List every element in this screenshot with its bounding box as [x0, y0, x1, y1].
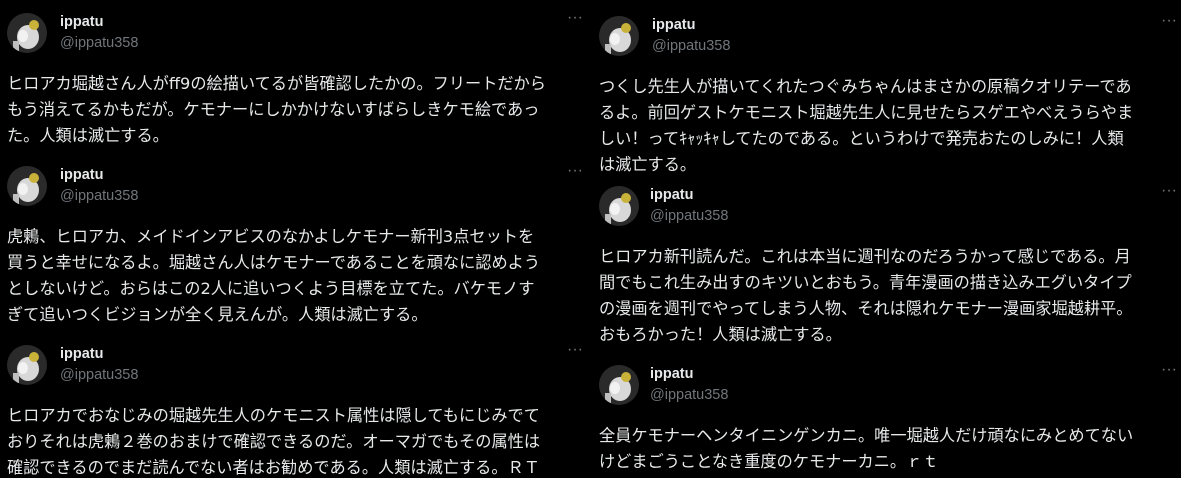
author-handle[interactable]: @ippatu358	[60, 188, 138, 204]
post-text: 虎鶫、ヒロアカ、メイドインアビスのなかよしケモナー新刊3点セットを 買うと幸せに…	[7, 227, 541, 324]
more-options-icon[interactable]: ···	[564, 9, 586, 27]
avatar[interactable]	[599, 16, 639, 56]
avatar-image	[599, 186, 639, 226]
avatar[interactable]	[7, 345, 47, 385]
more-options-icon[interactable]: ···	[564, 162, 586, 180]
more-options-icon[interactable]: ···	[1158, 12, 1180, 30]
post-text: 全員ケモナーヘンタイニンゲンカニ。唯一堀越人だけ頑なにみとめてない けどまごうこ…	[599, 426, 1134, 471]
avatar[interactable]	[599, 365, 639, 405]
author-name[interactable]: ippatu	[60, 14, 104, 30]
avatar[interactable]	[7, 166, 47, 206]
post-text: ヒロアカでおなじみの堀越先生人のケモニスト属性は隠してもにじみでて おりそれは虎…	[7, 406, 541, 477]
avatar[interactable]	[599, 186, 639, 226]
more-options-icon[interactable]: ···	[564, 341, 586, 359]
post-text: つくし先生人が描いてくれたつぐみちゃんはまさかの原稿クオリテーであ るよ。前回ゲ…	[599, 77, 1134, 174]
author-name[interactable]: ippatu	[650, 187, 694, 203]
avatar-image	[599, 16, 639, 56]
author-handle[interactable]: @ippatu358	[650, 387, 728, 403]
more-options-icon[interactable]: ···	[1158, 361, 1180, 379]
author-name[interactable]: ippatu	[650, 366, 694, 382]
post-text: ヒロアカ新刊読んだ。これは本当に週刊なのだろうかって感じである。月 間でもこれ生…	[599, 247, 1133, 344]
post-card[interactable]: ippatu @ippatu358 ··· ヒロアカ堀越さん人がff9の絵描いて…	[7, 9, 587, 153]
author-handle[interactable]: @ippatu358	[60, 35, 138, 51]
avatar-image	[7, 13, 47, 53]
author-handle[interactable]: @ippatu358	[652, 38, 730, 54]
post-card[interactable]: ippatu @ippatu358 ··· つくし先生人が描いてくれたつぐみちゃ…	[599, 12, 1179, 176]
post-card[interactable]: ippatu @ippatu358 ··· ヒロアカでおなじみの堀越先生人のケモ…	[7, 341, 587, 478]
avatar-image	[599, 365, 639, 405]
author-name[interactable]: ippatu	[60, 346, 104, 362]
more-options-icon[interactable]: ···	[1158, 182, 1180, 200]
author-name[interactable]: ippatu	[60, 167, 104, 183]
post-text: ヒロアカ堀越さん人がff9の絵描いてるが皆確認したかの。フリートだから もう消え…	[7, 74, 546, 145]
author-handle[interactable]: @ippatu358	[60, 367, 138, 383]
avatar-image	[7, 166, 47, 206]
post-card[interactable]: ippatu @ippatu358 ··· 虎鶫、ヒロアカ、メイドインアビスのな…	[7, 162, 587, 331]
post-card[interactable]: ippatu @ippatu358 ··· ヒロアカ新刊読んだ。これは本当に週刊…	[599, 182, 1179, 346]
avatar[interactable]	[7, 13, 47, 53]
post-card[interactable]: ippatu @ippatu358 ··· 全員ケモナーヘンタイニンゲンカニ。唯…	[599, 361, 1179, 478]
author-handle[interactable]: @ippatu358	[650, 208, 728, 224]
author-name[interactable]: ippatu	[652, 17, 696, 33]
avatar-image	[7, 345, 47, 385]
